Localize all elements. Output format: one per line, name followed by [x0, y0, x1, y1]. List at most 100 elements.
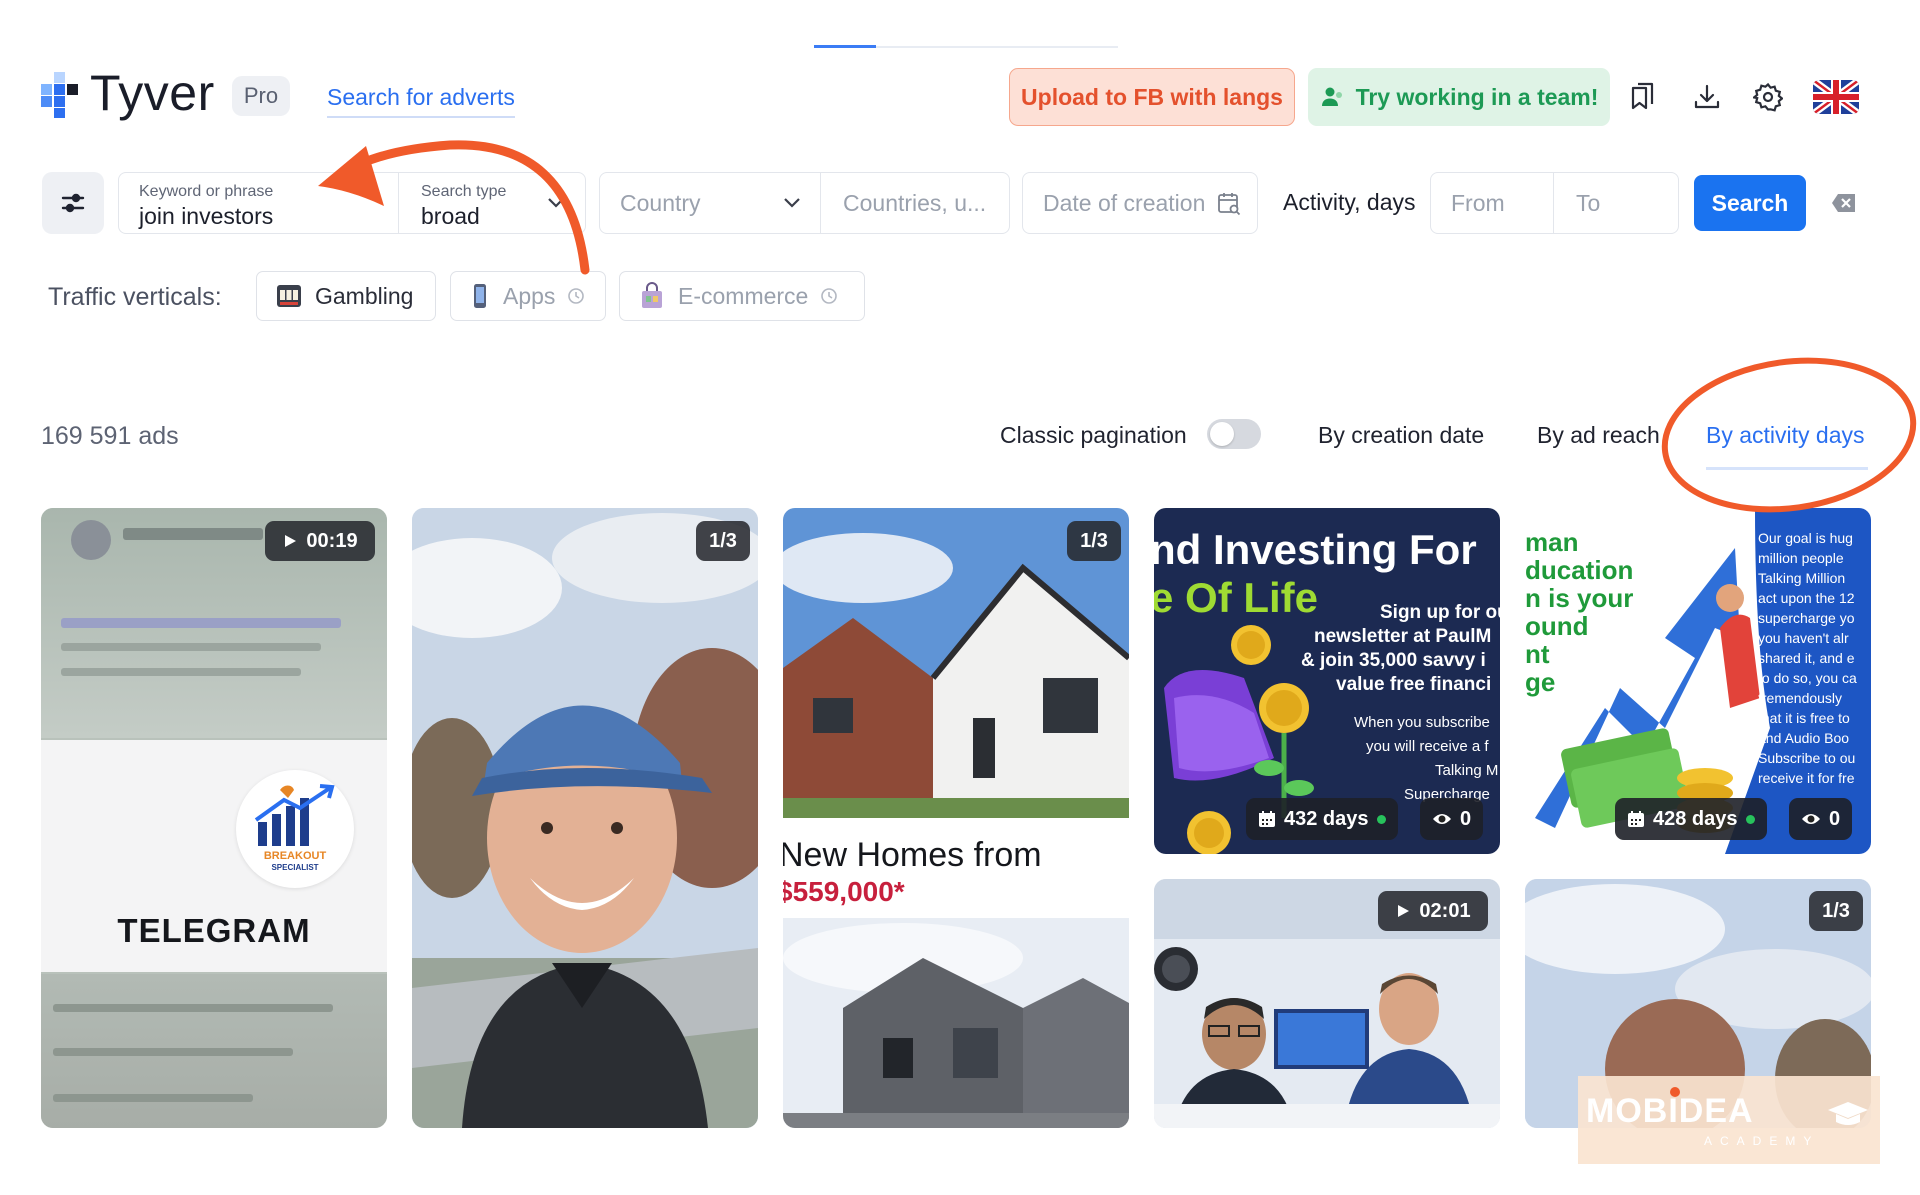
ad-card[interactable]: 1/3 — [412, 508, 758, 1128]
headline-band: New Homes from $559,000* — [783, 818, 1129, 918]
search-button[interactable]: Search — [1694, 175, 1806, 231]
search-adverts-link[interactable]: Search for adverts — [327, 84, 515, 118]
try-team-label: Try working in a team! — [1355, 83, 1599, 110]
headline-line-1: New Homes from — [783, 836, 1042, 874]
bookmarks-icon[interactable] — [1624, 78, 1662, 116]
ad-right-line-8: to do so, you ca — [1758, 670, 1857, 686]
ad-left-line-5: nt — [1525, 639, 1550, 669]
house-photo-bottom — [783, 918, 1129, 1128]
ad-left-line-3: n is your — [1525, 583, 1634, 613]
ad-card[interactable]: New Homes from $559,000* 1/3 — [783, 508, 1129, 1128]
duration-text: 02:01 — [1419, 899, 1471, 922]
ad-left-line-4: ound — [1525, 611, 1589, 641]
carousel-count-badge: 1/3 — [1067, 521, 1121, 561]
sort-by-ad-reach[interactable]: By ad reach — [1537, 422, 1660, 449]
ads-count: 169 591 ads — [41, 422, 179, 450]
eye-icon — [1433, 814, 1451, 824]
toggle-knob — [1210, 422, 1234, 446]
ad-card[interactable]: BREAKOUT SPECIALIST TELEGRAM 00:19 — [41, 508, 387, 1128]
ad-right-line-1: Our goal is hug — [1758, 530, 1853, 546]
ad-body-2: newsletter at PaulM — [1314, 626, 1492, 647]
keyword-label: Keyword or phrase — [139, 183, 274, 200]
settings-icon[interactable] — [1749, 78, 1787, 116]
ad-right-line-2: million people — [1758, 550, 1844, 566]
shopping-bag-icon — [642, 282, 662, 308]
try-team-button[interactable]: Try working in a team! — [1308, 68, 1610, 126]
countries-placeholder: Countries, u... — [843, 190, 987, 216]
keyword-input[interactable]: join investors — [139, 203, 273, 230]
activity-days-pill: 432 days — [1246, 798, 1398, 840]
play-icon — [285, 535, 297, 547]
filters-toggle-button[interactable] — [42, 172, 104, 234]
active-status-dot — [1376, 814, 1386, 824]
logo-text-breakout: BREAKOUT — [263, 850, 327, 862]
keyword-field[interactable]: Keyword or phrase join investors — [118, 172, 398, 234]
ad-body-5: When you subscribe — [1354, 714, 1490, 731]
ad-body-3: & join 35,000 savvy i — [1301, 650, 1486, 671]
uk-flag-icon[interactable] — [1813, 80, 1859, 114]
ad-right-line-12: Subscribe to ou — [1758, 750, 1856, 766]
vertical-label: Apps — [503, 282, 556, 309]
date-placeholder: Date of creation — [1043, 190, 1206, 216]
ad-body-1: Sign up for ou — [1380, 602, 1500, 623]
search-type-select[interactable]: Search type broad — [398, 172, 586, 234]
activity-days-label: Activity, days — [1283, 189, 1416, 215]
vertical-chip-ecommerce[interactable]: E-commerce — [619, 271, 865, 321]
ad-right-line-9: tremendously — [1758, 690, 1843, 706]
download-icon[interactable] — [1688, 78, 1726, 116]
countries-input[interactable]: Countries, u... — [820, 172, 1010, 234]
slot-machine-icon — [277, 285, 301, 307]
activity-from-input[interactable]: From — [1430, 172, 1554, 234]
traffic-verticals-label: Traffic verticals: — [48, 283, 222, 311]
to-placeholder: To — [1576, 190, 1601, 216]
search-type-value: broad — [421, 203, 480, 229]
search-type-label: Search type — [421, 183, 507, 200]
sliders-icon — [61, 193, 85, 213]
telegram-banner: BREAKOUT SPECIALIST TELEGRAM — [41, 740, 387, 972]
play-icon — [1398, 905, 1410, 917]
duration-text: 00:19 — [306, 529, 358, 552]
graduation-cap-icon — [1828, 1102, 1868, 1125]
pro-badge: Pro — [232, 76, 290, 116]
views-value: 0 — [1460, 807, 1472, 830]
ad-right-line-3: Talking Million — [1758, 570, 1846, 586]
date-of-creation-field[interactable]: Date of creation — [1022, 172, 1258, 234]
ad-right-line-11: and Audio Boo — [1758, 730, 1850, 746]
logo-text[interactable]: Tyver — [90, 64, 215, 122]
ad-card[interactable]: 02:01 — [1154, 879, 1500, 1128]
ad-card[interactable]: nd Investing For e Of Life Sign up for o… — [1154, 508, 1500, 854]
vertical-label: E-commerce — [678, 282, 809, 309]
telegram-text: TELEGRAM — [117, 912, 311, 949]
carousel-count-badge: 1/3 — [1809, 891, 1863, 931]
vertical-label: Gambling — [315, 282, 414, 309]
ad-headline-1: nd Investing For — [1154, 526, 1477, 573]
calendar-search-icon — [1218, 193, 1241, 216]
from-placeholder: From — [1451, 190, 1505, 216]
activity-to-input[interactable]: To — [1553, 172, 1679, 234]
ad-right-text: Our goal is hug million people Talking M… — [1758, 528, 1871, 788]
ad-body-7: Talking M — [1435, 762, 1499, 779]
ad-left-line-2: ducation — [1525, 555, 1634, 585]
ad-card[interactable]: man ducation n is your ound nt ge Our go… — [1525, 508, 1871, 854]
tyver-logo-icon[interactable] — [41, 72, 81, 118]
active-status-dot — [1745, 814, 1755, 824]
headline-line-2: $559,000* — [783, 876, 905, 907]
upload-to-fb-button[interactable]: Upload to FB with langs — [1009, 68, 1295, 126]
clear-filters-icon[interactable] — [1831, 193, 1857, 213]
clock-icon — [568, 288, 585, 304]
country-select[interactable]: Country — [599, 172, 821, 234]
ad-body-6: you will receive a f — [1366, 738, 1489, 755]
active-sort-underline — [1706, 467, 1868, 470]
ad-right-line-10: that it is free to — [1758, 710, 1850, 726]
vertical-chip-apps[interactable]: Apps — [450, 271, 606, 321]
ad-headline-2: e Of Life — [1154, 574, 1319, 621]
man-selfie-image — [412, 508, 758, 1128]
sort-by-creation-date[interactable]: By creation date — [1318, 422, 1484, 449]
vertical-chip-gambling[interactable]: Gambling — [256, 271, 436, 321]
carousel-count-badge: 1/3 — [696, 521, 750, 561]
activity-days-value: 432 days — [1284, 807, 1369, 830]
ad-right-line-13: receive it for fre — [1758, 770, 1855, 786]
sort-by-activity-days[interactable]: By activity days — [1706, 422, 1865, 449]
activity-days-pill: 428 days — [1615, 798, 1767, 840]
views-value: 0 — [1829, 807, 1841, 830]
